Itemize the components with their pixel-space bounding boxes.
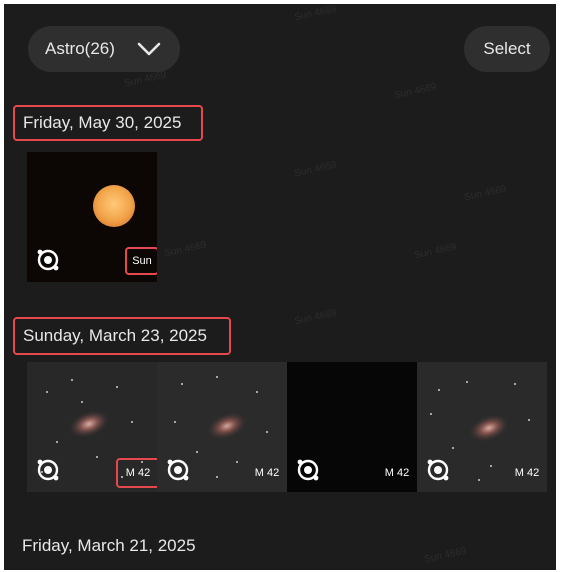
astro-mode-icon — [427, 459, 449, 481]
photo-thumbnail-sun[interactable]: Sun — [27, 152, 157, 282]
photo-thumbnail-m42[interactable]: M 42 — [157, 362, 287, 492]
astro-mode-icon — [297, 459, 319, 481]
astro-mode-icon — [167, 459, 189, 481]
watermark: Sun 4669 — [393, 81, 438, 102]
chevron-down-icon — [137, 42, 161, 56]
target-label: M 42 — [116, 458, 157, 488]
watermark: Sun 4669 — [413, 241, 458, 262]
album-dropdown-label: Astro(26) — [45, 39, 115, 58]
target-label: M 42 — [254, 467, 280, 479]
target-label: M 42 — [514, 467, 540, 479]
date-header: Friday, March 21, 2025 — [22, 536, 196, 555]
target-label: M 42 — [384, 467, 410, 479]
photo-thumbnail-m42[interactable]: M 42 — [417, 362, 547, 492]
photo-thumbnail-m42[interactable]: M 42 — [27, 362, 157, 492]
select-button[interactable]: Select — [464, 26, 550, 72]
watermark: Sun 4669 — [463, 183, 508, 204]
date-header: Friday, May 30, 2025 — [13, 105, 203, 141]
watermark: Sun 4669 — [293, 159, 338, 180]
watermark: Sun 4669 — [293, 4, 338, 24]
astro-mode-icon — [37, 249, 59, 271]
astro-mode-icon — [37, 459, 59, 481]
watermark: Sun 4669 — [423, 545, 468, 566]
photo-thumbnail-m42[interactable]: M 42 — [287, 362, 417, 492]
watermark: Sun 4669 — [123, 69, 168, 90]
album-screen: Sun 4669 Sun 4669 Sun 4669 Sun 4669 Sun … — [4, 4, 556, 570]
date-header: Sunday, March 23, 2025 — [13, 317, 231, 355]
target-label: Sun — [125, 247, 157, 275]
watermark: Sun 4669 — [163, 239, 208, 260]
album-dropdown[interactable]: Astro(26) — [28, 26, 180, 72]
watermark: Sun 4669 — [293, 307, 338, 328]
